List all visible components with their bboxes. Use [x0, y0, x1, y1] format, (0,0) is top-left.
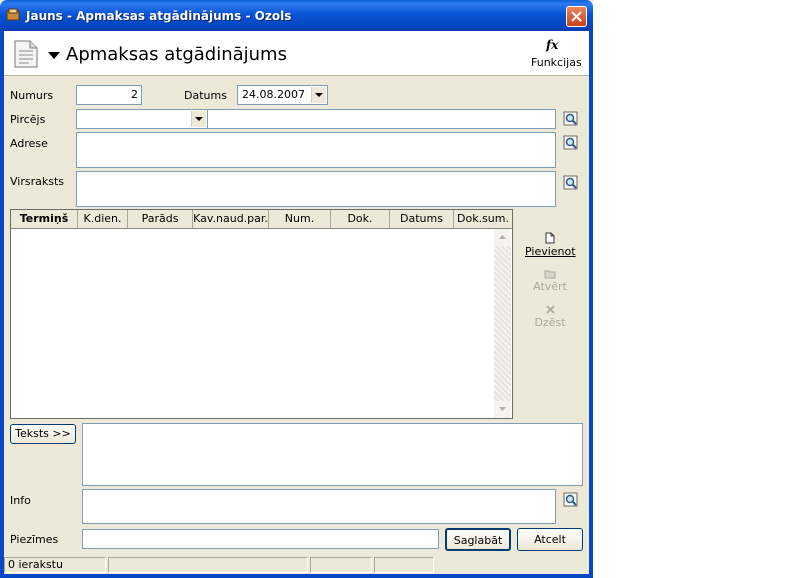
status-record-count: 0 ierakstu [4, 557, 106, 573]
column-header-dok[interactable]: Dok. [331, 210, 390, 228]
teksts-field[interactable] [82, 423, 583, 486]
numurs-field[interactable]: 2 [76, 85, 142, 105]
datums-dropdown-button[interactable] [311, 87, 326, 103]
open-label: Atvērt [533, 280, 567, 293]
virsraksts-lookup-icon[interactable] [563, 175, 579, 191]
window-frame-bottom [0, 574, 593, 578]
cancel-button[interactable]: Atcelt [517, 528, 583, 551]
delete-label: Dzēst [534, 316, 566, 329]
window-frame-right [589, 31, 593, 578]
column-header-datums[interactable]: Datums [390, 210, 454, 228]
pircejs-lookup-icon[interactable] [563, 111, 579, 127]
status-panel-2 [108, 557, 308, 573]
cancel-button-label: Atcelt [534, 533, 566, 546]
delete-icon [545, 305, 555, 314]
open-folder-icon [544, 270, 556, 279]
piezimes-field[interactable] [82, 529, 439, 549]
status-panel-4 [374, 557, 434, 573]
open-button[interactable]: Atvērt [525, 268, 575, 293]
status-panel-3 [310, 557, 372, 573]
add-button[interactable]: Pievienot [525, 232, 576, 258]
table-scrollbar[interactable] [494, 229, 511, 418]
add-label: Pievienot [525, 245, 576, 258]
column-header-num[interactable]: Num. [269, 210, 331, 228]
new-document-icon [545, 232, 555, 244]
app-window: Jauns - Apmaksas atgādinājums - Ozols Ap… [0, 0, 593, 578]
pircejs-name-field[interactable] [207, 109, 556, 129]
status-bar: 0 ierakstu [4, 556, 589, 574]
save-button-label: Saglabāt [453, 534, 503, 547]
adrese-field[interactable] [76, 132, 556, 168]
pircejs-combo[interactable] [76, 109, 208, 129]
window-title: Jauns - Apmaksas atgādinājums - Ozols [26, 9, 292, 23]
virsraksts-label: Virsraksts [10, 175, 65, 188]
page-title: Apmaksas atgādinājums [66, 44, 287, 65]
piezimes-label: Piezīmes [10, 533, 59, 546]
info-lookup-icon[interactable] [563, 492, 579, 508]
functions-button[interactable]: Funkcijas [531, 56, 582, 69]
adrese-label: Adrese [10, 137, 48, 150]
table-header: Termiņš K.dien. Parāds Kav.naud.par. Num… [11, 210, 512, 229]
close-button[interactable] [566, 6, 587, 27]
window-frame-left [0, 31, 4, 578]
pircejs-label: Pircējs [10, 113, 46, 126]
datums-value: 24.08.2007 [242, 88, 305, 101]
teksts-button[interactable]: Teksts >> [10, 424, 76, 444]
column-header-dok-sum[interactable]: Dok.sum. [454, 210, 512, 228]
info-field[interactable] [82, 489, 556, 524]
save-button[interactable]: Saglabāt [445, 528, 511, 551]
menu-dropdown-icon[interactable] [48, 52, 60, 60]
teksts-button-label: Teksts >> [15, 427, 71, 440]
reminders-table[interactable]: Termiņš K.dien. Parāds Kav.naud.par. Num… [10, 209, 513, 419]
delete-button[interactable]: Dzēst [525, 305, 575, 329]
pircejs-dropdown-button[interactable] [191, 111, 206, 127]
functions-icon[interactable]: fx [546, 38, 558, 52]
column-header-kav-naud-par[interactable]: Kav.naud.par. [193, 210, 269, 228]
adrese-lookup-icon[interactable] [563, 135, 579, 151]
info-label: Info [10, 494, 31, 507]
chevron-up-icon [499, 235, 506, 239]
column-header-termins[interactable]: Termiņš [11, 210, 78, 228]
virsraksts-field[interactable] [76, 171, 556, 207]
column-header-parads[interactable]: Parāds [128, 210, 193, 228]
datums-label: Datums [184, 89, 227, 102]
chevron-down-icon [499, 407, 506, 411]
title-bar[interactable]: Jauns - Apmaksas atgādinājums - Ozols [0, 0, 593, 31]
document-icon [14, 40, 38, 68]
scroll-down-button[interactable] [494, 401, 511, 418]
close-icon [571, 11, 582, 22]
column-header-k-dien[interactable]: K.dien. [78, 210, 128, 228]
chevron-down-icon [195, 117, 203, 121]
scroll-up-button[interactable] [494, 229, 511, 246]
datums-picker[interactable]: 24.08.2007 [237, 85, 328, 105]
chevron-down-icon [315, 93, 323, 97]
numurs-label: Numurs [10, 89, 54, 102]
app-icon [6, 8, 20, 21]
